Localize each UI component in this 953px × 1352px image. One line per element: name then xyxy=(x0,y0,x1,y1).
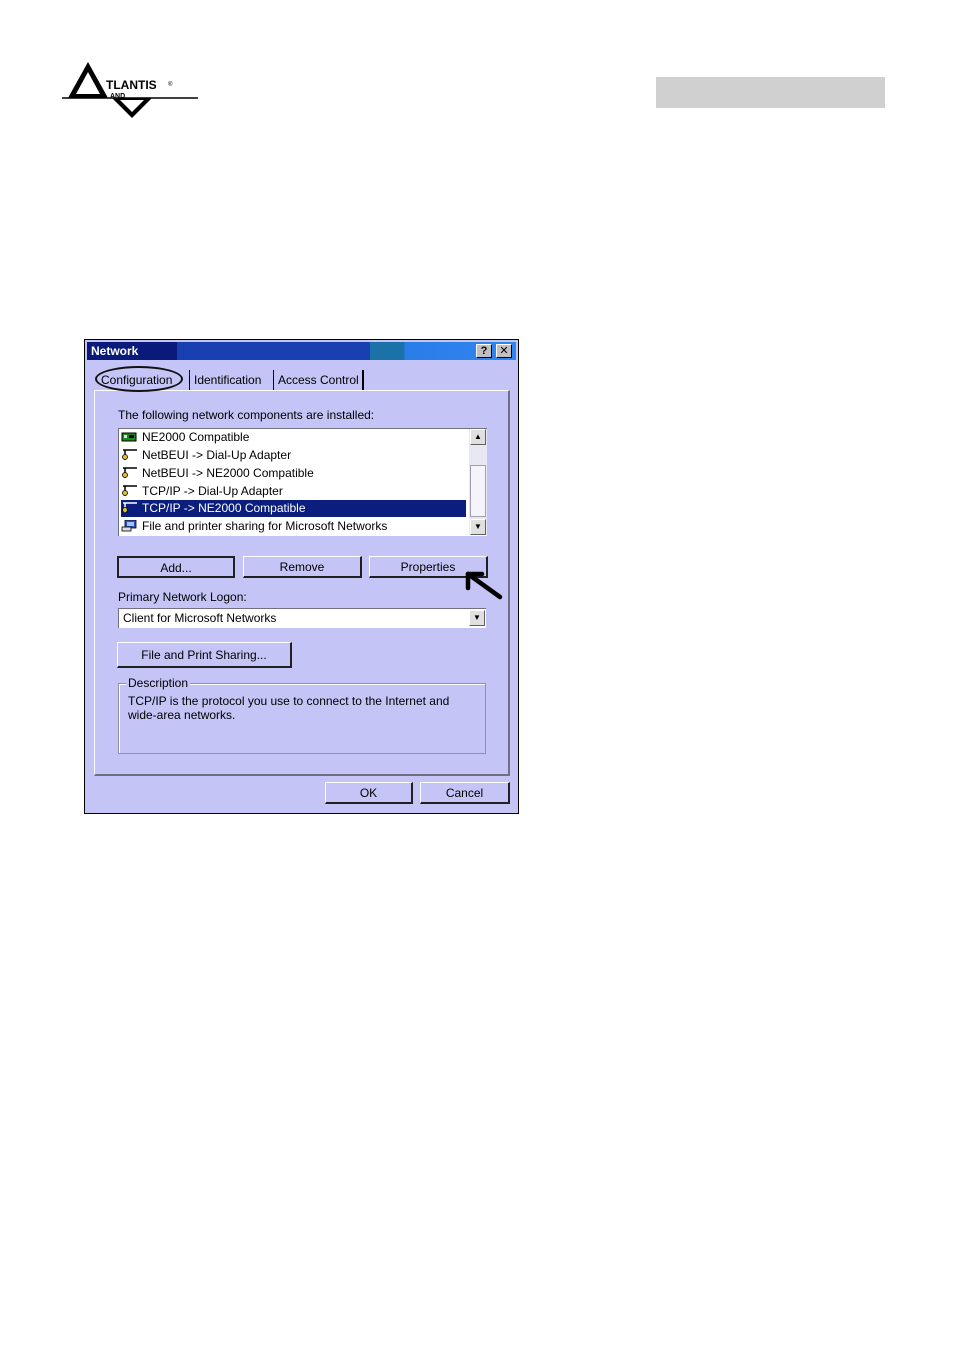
add-button[interactable]: Add... xyxy=(117,556,235,578)
list-item[interactable]: NE2000 Compatible xyxy=(121,429,466,446)
pointer-arrow-icon xyxy=(465,571,503,600)
header-bar xyxy=(656,77,885,108)
list-item-selected[interactable]: TCP/IP -> NE2000 Compatible xyxy=(121,500,466,517)
protocol-icon xyxy=(122,467,137,478)
logon-select[interactable]: Client for Microsoft Networks ▼ xyxy=(118,608,486,628)
components-label: The following network components are ins… xyxy=(118,408,375,422)
logon-label: Primary Network Logon: xyxy=(118,590,247,604)
list-item[interactable]: TCP/IP -> Dial-Up Adapter xyxy=(121,483,466,500)
dialog-title: Network xyxy=(91,344,139,358)
chevron-down-icon[interactable]: ▼ xyxy=(469,610,485,626)
remove-button[interactable]: Remove xyxy=(243,556,362,578)
highlight-circle xyxy=(95,366,183,392)
ok-button[interactable]: OK xyxy=(325,782,413,804)
network-card-icon xyxy=(121,432,137,442)
scroll-up-icon[interactable]: ▲ xyxy=(470,429,486,445)
description-legend: Description xyxy=(126,676,191,690)
list-item[interactable]: File and printer sharing for Microsoft N… xyxy=(121,518,466,535)
logo-text: TLANTIS xyxy=(106,78,157,92)
components-list[interactable]: NE2000 Compatible NetBEUI -> Dial-Up Ada… xyxy=(118,428,487,536)
atlantis-logo: TLANTIS ® AND xyxy=(62,62,198,118)
tab-access-control[interactable]: Access Control xyxy=(273,370,364,390)
list-item[interactable]: NetBEUI -> Dial-Up Adapter xyxy=(121,447,466,464)
close-button[interactable]: ✕ xyxy=(496,344,512,358)
scroll-thumb[interactable] xyxy=(470,465,486,517)
logon-value: Client for Microsoft Networks xyxy=(123,611,277,625)
svg-text:®: ® xyxy=(168,81,173,88)
protocol-icon xyxy=(122,485,137,496)
tab-identification[interactable]: Identification xyxy=(189,370,265,390)
network-dialog: Network ? ✕ Configuration Identification… xyxy=(84,339,519,814)
list-scrollbar[interactable]: ▲ ▼ xyxy=(469,429,487,535)
scroll-down-icon[interactable]: ▼ xyxy=(470,519,486,535)
help-button[interactable]: ? xyxy=(476,344,492,358)
protocol-icon xyxy=(122,502,137,513)
file-sharing-icon xyxy=(121,520,137,532)
title-bar[interactable]: Network ? ✕ xyxy=(87,342,516,360)
logo-subtext: AND xyxy=(110,93,125,100)
protocol-icon xyxy=(122,449,137,460)
file-print-sharing-button[interactable]: File and Print Sharing... xyxy=(117,642,292,668)
cancel-button[interactable]: Cancel xyxy=(420,782,510,804)
description-text: TCP/IP is the protocol you use to connec… xyxy=(128,694,450,722)
list-item[interactable]: NetBEUI -> NE2000 Compatible xyxy=(121,465,466,482)
